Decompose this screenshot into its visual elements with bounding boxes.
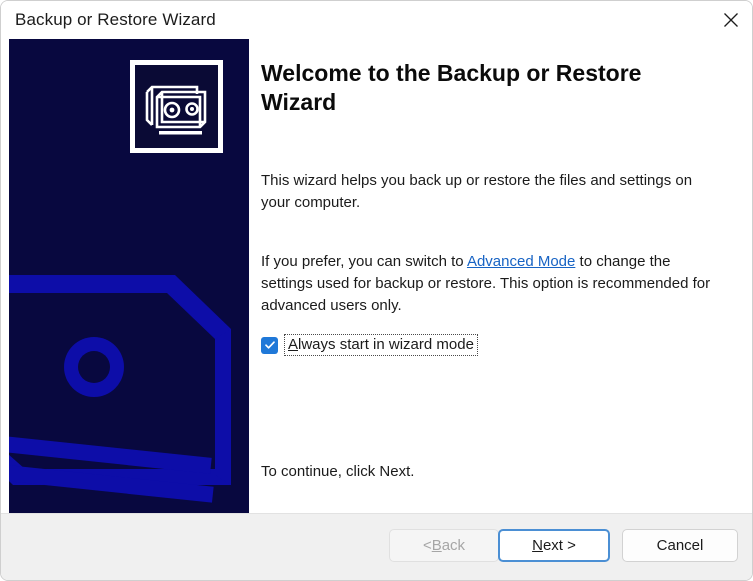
always-start-wizard-label: Always start in wizard mode — [284, 334, 478, 356]
window-title: Backup or Restore Wizard — [15, 10, 216, 29]
tape-cassette-icon — [130, 60, 223, 153]
cancel-button-label: Cancel — [656, 537, 704, 554]
wizard-main-pane: Welcome to the Backup or Restore Wizard … — [249, 39, 752, 513]
next-button[interactable]: Next > — [498, 529, 610, 562]
back-button[interactable]: < Back — [389, 529, 499, 562]
advanced-mode-link[interactable]: Advanced Mode — [467, 253, 575, 270]
next-button-rest: ext > — [542, 537, 576, 554]
page-title: Welcome to the Backup or Restore Wizard — [261, 60, 642, 115]
backup-restore-wizard-window: Backup or Restore Wizard Welcome to the … — [0, 0, 753, 581]
tape-cassette-watermark — [9, 189, 249, 513]
back-button-rest: ack — [441, 537, 466, 554]
always-start-wizard-row[interactable]: Always start in wizard mode — [261, 334, 478, 356]
checkbox-label-rest: lways start in wizard mode — [298, 336, 474, 353]
check-icon — [264, 339, 276, 351]
always-start-wizard-checkbox[interactable] — [261, 336, 278, 354]
checkbox-label-accel: A — [288, 336, 299, 353]
close-button[interactable] — [708, 1, 752, 39]
continue-hint: To continue, click Next. — [261, 463, 415, 480]
wizard-footer: < Back Next > Cancel — [1, 513, 752, 580]
wizard-content: Welcome to the Backup or Restore Wizard … — [1, 39, 752, 513]
title-bar: Backup or Restore Wizard — [1, 1, 752, 39]
wizard-sidebar-banner — [9, 39, 249, 513]
cancel-button[interactable]: Cancel — [622, 529, 738, 562]
intro-paragraph: This wizard helps you back up or restore… — [261, 172, 693, 211]
next-button-accel: N — [532, 537, 543, 554]
close-icon — [723, 12, 739, 28]
back-button-accel: B — [431, 537, 442, 554]
advanced-mode-paragraph: If you prefer, you can switch to Advance… — [261, 251, 721, 317]
advanced-mode-paragraph-prefix: If you prefer, you can switch to — [261, 253, 467, 270]
back-button-prefix: < — [422, 537, 432, 554]
